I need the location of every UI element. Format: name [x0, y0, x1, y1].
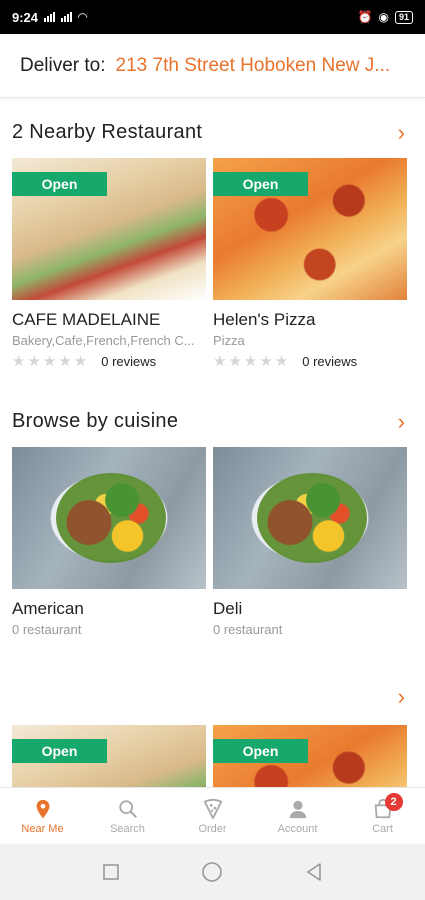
nav-label: Order — [198, 822, 227, 835]
rating-row: ★★★★★ 0 reviews — [12, 352, 206, 370]
pizza-slice-icon — [203, 798, 222, 819]
location-pin-icon — [36, 799, 49, 818]
open-badge: Open — [12, 172, 107, 196]
nav-label: Cart — [372, 822, 393, 835]
review-count: 0 reviews — [101, 353, 157, 369]
status-time: 9:24 — [12, 9, 39, 25]
cuisine-image — [213, 447, 407, 589]
restaurant-tags: Bakery,Cafe,French,French C... — [12, 333, 195, 348]
recent-apps-button[interactable] — [99, 860, 123, 884]
rating-row: ★★★★★ 0 reviews — [213, 352, 407, 370]
open-badge: Open — [12, 739, 107, 763]
nav-cart[interactable]: 2 Cart — [340, 788, 425, 844]
nav-order[interactable]: Order — [170, 788, 255, 844]
nav-near-me[interactable]: Near Me — [0, 788, 85, 844]
delivery-address[interactable]: 213 7th Street Hoboken New J... — [116, 55, 391, 77]
restaurant-image: Open — [12, 725, 206, 787]
star-rating-icon: ★★★★★ — [12, 353, 90, 370]
sync-icon: ◉ — [378, 10, 389, 24]
restaurant-card[interactable]: Open CAFE MADELAINE Bakery,Cafe,French,F… — [12, 158, 206, 370]
cuisine-name: Deli — [213, 599, 243, 618]
restaurant-card[interactable]: Open — [213, 725, 407, 787]
cuisine-card[interactable]: American 0 restaurant — [12, 447, 206, 637]
cart-count-badge: 2 — [384, 793, 403, 811]
third-section-header[interactable]: › — [12, 686, 405, 708]
restaurant-name: CAFE MADELAINE — [12, 310, 161, 329]
chevron-right-icon[interactable]: › — [398, 410, 405, 432]
triangle-back-icon — [307, 863, 321, 881]
cuisine-count: 0 restaurant — [12, 622, 82, 637]
status-bar: 9:24 ◠ ⏰ ◉ 91 — [0, 0, 425, 34]
alarm-icon: ⏰ — [357, 10, 373, 24]
nav-label: Search — [110, 822, 145, 835]
chevron-right-icon[interactable]: › — [398, 121, 405, 143]
circle-icon — [202, 862, 223, 882]
cuisine-card[interactable]: Deli 0 restaurant — [213, 447, 407, 637]
cuisine-name: American — [12, 599, 84, 618]
search-icon — [118, 799, 137, 818]
food-plate-graphic — [257, 473, 367, 563]
battery-icon: 91 — [394, 10, 413, 24]
system-nav-bar — [0, 844, 425, 900]
restaurant-card[interactable]: Open — [12, 725, 206, 787]
nav-account[interactable]: Account — [255, 788, 340, 844]
food-plate-graphic — [56, 473, 166, 563]
square-icon — [103, 864, 119, 880]
bottom-nav: Near Me Search Order Account 2 Cart — [0, 787, 425, 844]
chevron-right-icon[interactable]: › — [398, 686, 405, 708]
nearby-section-header[interactable]: 2 Nearby Restaurant › — [12, 121, 405, 144]
wifi-icon: ◠ — [78, 10, 88, 24]
review-count: 0 reviews — [302, 353, 358, 369]
cuisine-section-header[interactable]: Browse by cuisine › — [12, 410, 405, 433]
restaurant-image: Open — [12, 158, 206, 300]
nav-label: Account — [277, 822, 318, 835]
open-badge: Open — [213, 172, 308, 196]
restaurant-card[interactable]: Open Helen's Pizza Pizza ★★★★★ 0 reviews — [213, 158, 407, 370]
cuisine-count: 0 restaurant — [213, 622, 283, 637]
user-icon — [289, 800, 306, 818]
signal-icon — [44, 12, 56, 22]
nearby-title: 2 Nearby Restaurant — [12, 121, 203, 143]
restaurant-image: Open — [213, 725, 407, 787]
restaurant-name: Helen's Pizza — [213, 310, 316, 329]
restaurant-image: Open — [213, 158, 407, 300]
signal-icon-2 — [61, 12, 73, 22]
nav-search[interactable]: Search — [85, 788, 170, 844]
home-button[interactable] — [200, 860, 224, 884]
cuisine-title: Browse by cuisine — [12, 410, 179, 432]
star-rating-icon: ★★★★★ — [213, 353, 291, 370]
restaurant-tags: Pizza — [213, 333, 245, 348]
open-badge: Open — [213, 739, 308, 763]
deliver-to-bar[interactable]: Deliver to: 213 7th Street Hoboken New J… — [0, 34, 425, 98]
nav-label: Near Me — [21, 822, 64, 835]
deliver-label: Deliver to: — [20, 54, 106, 76]
back-button[interactable] — [302, 860, 326, 884]
cuisine-image — [12, 447, 206, 589]
main-content[interactable]: 2 Nearby Restaurant › Open CAFE MADELAIN… — [0, 99, 425, 787]
